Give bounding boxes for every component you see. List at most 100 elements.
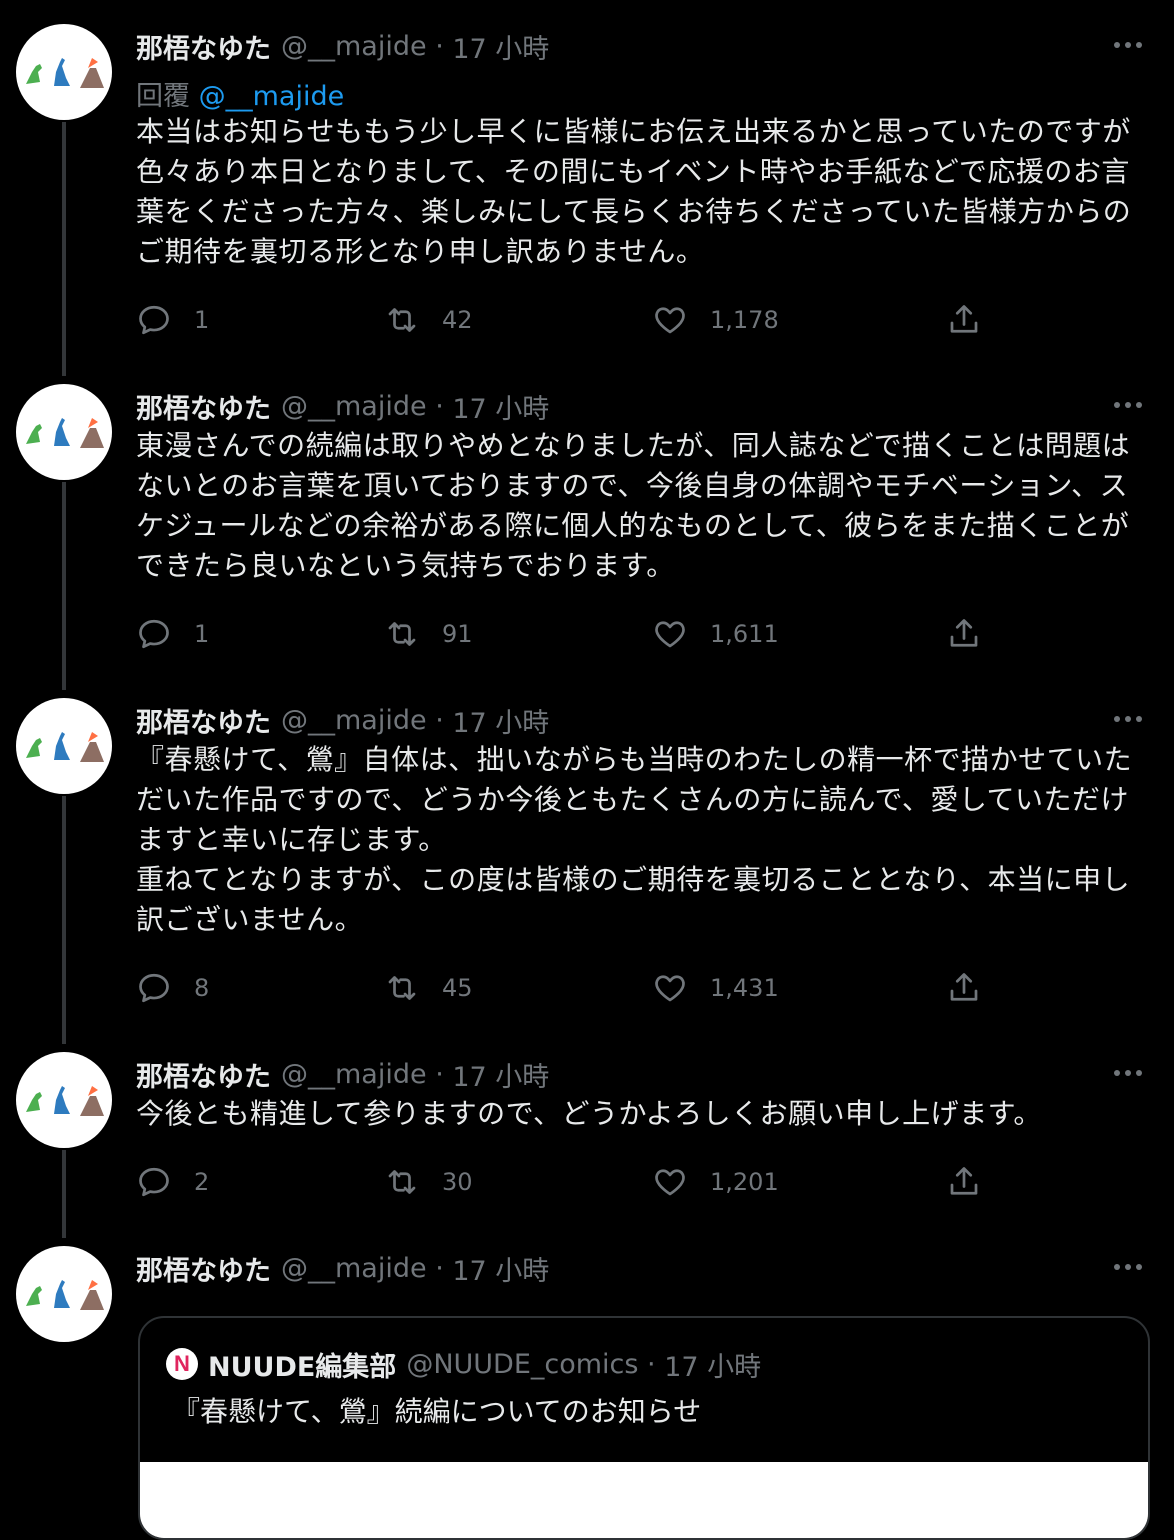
- reply-count: 1: [194, 620, 210, 648]
- reply-button[interactable]: 1: [136, 612, 209, 656]
- like-count: 1,178: [710, 306, 779, 334]
- tweet[interactable]: 那梧なゆた @__majide · 17 小時 今後とも精進して参りますので、ど…: [0, 1028, 1174, 1238]
- reply-label: 回覆: [136, 81, 190, 112]
- tweet-header: 那梧なゆた @__majide · 17 小時: [136, 1055, 1174, 1094]
- avatar[interactable]: [16, 698, 112, 794]
- like-icon: [655, 307, 685, 334]
- share-button[interactable]: [946, 1160, 1004, 1204]
- tweet-actions: 1 91 1,611: [136, 612, 996, 656]
- tweet-text: 今後とも精進して参りますので、どうかよろしくお願い申し上げます。: [136, 1097, 1042, 1130]
- reply-count: 1: [194, 306, 210, 334]
- tweet-actions: 2 30 1,201: [136, 1160, 996, 1204]
- separator-dot: ·: [638, 1348, 665, 1380]
- quoted-author-name: NUUDE編集部: [208, 1351, 397, 1383]
- avatar-emoji-dinosaurs-volcano: [26, 1086, 104, 1116]
- quoted-tweet[interactable]: N NUUDE編集部 @NUUDE_comics · 17 小時 『春懸けて、鶯…: [138, 1316, 1150, 1540]
- like-button[interactable]: 1,201: [652, 1160, 779, 1204]
- tweet-actions: 1 42 1,178: [136, 298, 996, 342]
- quoted-timestamp: 17 小時: [664, 1351, 762, 1383]
- retweet-count: 91: [442, 620, 473, 648]
- retweet-count: 45: [442, 974, 473, 1002]
- more-icon[interactable]: [1110, 30, 1146, 60]
- reply-icon: [139, 973, 169, 1003]
- like-button[interactable]: 1,431: [652, 966, 779, 1010]
- tweet[interactable]: 那梧なゆた @__majide · 17 小時 東漫さんでの続編は取りやめとなり…: [0, 360, 1174, 690]
- share-button[interactable]: [946, 966, 1004, 1010]
- more-icon[interactable]: [1110, 704, 1146, 734]
- author-name[interactable]: 那梧なゆた: [136, 27, 271, 66]
- tweet-actions: 8 45 1,431: [136, 966, 996, 1010]
- retweet-button[interactable]: 30: [384, 1160, 473, 1204]
- avatar[interactable]: [16, 1246, 112, 1342]
- avatar[interactable]: [16, 1052, 112, 1148]
- author-name[interactable]: 那梧なゆた: [136, 1055, 271, 1094]
- reply-icon: [139, 305, 169, 335]
- quoted-tweet-text: 『春懸けて、鶯』続編についてのお知らせ: [172, 1395, 702, 1428]
- separator-dot: ·: [426, 390, 453, 422]
- reply-button[interactable]: 2: [136, 1160, 209, 1204]
- tweet-header: 那梧なゆた @__majide · 17 小時: [136, 701, 1174, 740]
- tweet-header: 那梧なゆた @__majide · 17 小時: [136, 1249, 1174, 1288]
- share-button[interactable]: [946, 612, 1004, 656]
- author-handle[interactable]: @__majide: [281, 705, 427, 736]
- author-handle[interactable]: @__majide: [281, 1059, 427, 1090]
- reply-button[interactable]: 1: [136, 298, 209, 342]
- retweet-icon: [388, 308, 416, 332]
- author-name[interactable]: 那梧なゆた: [136, 701, 271, 740]
- share-button[interactable]: [946, 298, 1004, 342]
- reply-count: 8: [194, 974, 210, 1002]
- retweet-count: 42: [442, 306, 473, 334]
- share-icon: [950, 973, 978, 1001]
- like-icon: [655, 1169, 685, 1196]
- separator-dot: ·: [426, 704, 453, 736]
- like-count: 1,431: [710, 974, 779, 1002]
- avatar[interactable]: [16, 24, 112, 120]
- timestamp[interactable]: 17 小時: [452, 1055, 549, 1094]
- avatar-emoji-dinosaurs-volcano: [26, 732, 104, 762]
- quoted-tweet-image[interactable]: [140, 1462, 1148, 1538]
- retweet-icon: [388, 1170, 416, 1194]
- timestamp[interactable]: 17 小時: [452, 27, 549, 66]
- retweet-button[interactable]: 91: [384, 612, 473, 656]
- separator-dot: ·: [426, 1252, 453, 1284]
- author-handle[interactable]: @__majide: [281, 1253, 427, 1284]
- timestamp[interactable]: 17 小時: [452, 701, 549, 740]
- retweet-button[interactable]: 42: [384, 298, 473, 342]
- separator-dot: ·: [426, 1058, 453, 1090]
- share-icon: [950, 305, 978, 333]
- reply-to-label: 回覆 @__majide: [136, 74, 344, 113]
- reply-button[interactable]: 8: [136, 966, 209, 1010]
- author-handle[interactable]: @__majide: [281, 31, 427, 62]
- more-icon[interactable]: [1110, 390, 1146, 420]
- share-icon: [950, 1167, 978, 1195]
- timestamp[interactable]: 17 小時: [452, 1249, 549, 1288]
- tweet-text: 本当はお知らせももう少し早くに皆様にお伝え出来るかと思っていたのですが色々あり本…: [136, 115, 1132, 268]
- author-handle[interactable]: @__majide: [281, 391, 427, 422]
- timestamp[interactable]: 17 小時: [452, 387, 549, 426]
- quoted-author-handle: @NUUDE_comics: [406, 1348, 639, 1380]
- more-icon[interactable]: [1110, 1252, 1146, 1282]
- like-button[interactable]: 1,611: [652, 612, 779, 656]
- retweet-count: 30: [442, 1168, 473, 1196]
- reply-handle-link[interactable]: @__majide: [199, 81, 345, 112]
- tweet-text: 『春懸けて、鶯』自体は、拙いながらも当時のわたしの精一杯で描かせていただいた作品…: [136, 743, 1133, 936]
- author-name[interactable]: 那梧なゆた: [136, 387, 271, 426]
- retweet-button[interactable]: 45: [384, 966, 473, 1010]
- author-name[interactable]: 那梧なゆた: [136, 1249, 271, 1288]
- tweet-header: 那梧なゆた @__majide · 17 小時: [136, 387, 1174, 426]
- like-button[interactable]: 1,178: [652, 298, 779, 342]
- tweet[interactable]: 那梧なゆた @__majide · 17 小時 『春懸けて、鶯』自体は、拙いなが…: [0, 674, 1174, 1044]
- separator-dot: ·: [426, 30, 453, 62]
- avatar-emoji-dinosaurs-volcano: [26, 58, 104, 88]
- share-icon: [950, 619, 978, 647]
- retweet-icon: [388, 976, 416, 1000]
- like-icon: [655, 621, 685, 648]
- like-count: 1,201: [710, 1168, 779, 1196]
- reply-icon: [139, 619, 169, 649]
- avatar[interactable]: [16, 384, 112, 480]
- like-icon: [655, 975, 685, 1002]
- tweet[interactable]: 那梧なゆた @__majide · 17 小時 回覆 @__majide 本当は…: [0, 0, 1174, 370]
- quoted-tweet-header: N NUUDE編集部 @NUUDE_comics · 17 小時: [166, 1346, 762, 1383]
- more-icon[interactable]: [1110, 1058, 1146, 1088]
- retweet-icon: [388, 622, 416, 646]
